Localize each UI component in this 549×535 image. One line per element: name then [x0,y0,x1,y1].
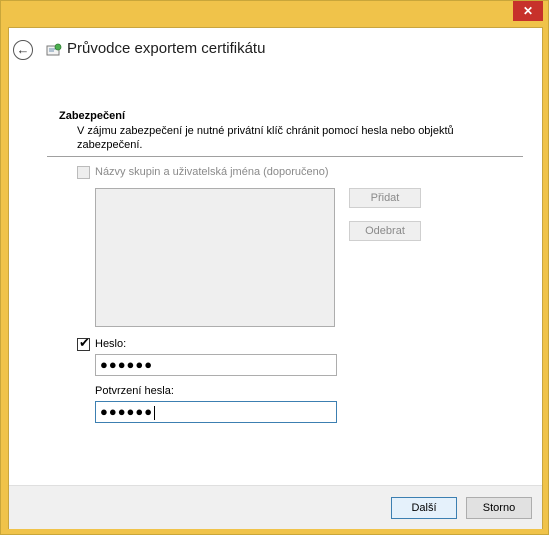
next-button-label: Další [411,502,437,514]
groups-checkbox-row[interactable]: Názvy skupin a uživatelská jména (doporu… [77,164,329,180]
password-value: ●●●●●● [100,357,154,372]
password-checkbox-row[interactable]: ✔ Heslo: [77,334,127,352]
close-icon: ✕ [522,4,534,18]
title-bar: ✕ [1,1,548,27]
certificate-wizard-icon [46,43,62,56]
confirm-password-label: Potvrzení hesla: [95,385,174,397]
groups-listbox[interactable] [95,188,335,327]
remove-button[interactable]: Odebrat [349,221,421,241]
password-label: Heslo: [95,338,127,350]
wizard-header: ← Průvodce exportem certifikátu [9,28,542,72]
checkmark-icon: ✔ [79,334,90,350]
wizard-body: ← Průvodce exportem certifikátu Zabezpeč… [8,27,543,529]
close-button[interactable]: ✕ [513,1,543,21]
password-field[interactable]: ●●●●●● [95,354,337,376]
footer-bar: Další Storno [9,485,542,529]
back-arrow-icon: ← [16,42,30,57]
wizard-title: Průvodce exportem certifikátu [67,40,266,57]
dialog-window: ✕ ← Průvodce exportem certifikátu Zabezp… [0,0,549,535]
remove-button-label: Odebrat [365,225,405,237]
back-button[interactable]: ← [13,40,33,60]
next-button[interactable]: Další [391,497,457,519]
section-description: V zájmu zabezpečení je nutné privátní kl… [77,125,454,151]
groups-checkbox[interactable] [77,165,90,179]
confirm-password-value: ●●●●●● [100,404,154,419]
groups-checkbox-label: Názvy skupin a uživatelská jména (doporu… [95,166,329,178]
text-caret [154,405,156,420]
section-title: Zabezpečení [59,110,126,122]
password-checkbox[interactable]: ✔ [77,334,90,351]
add-button[interactable]: Přidat [349,188,421,208]
add-button-label: Přidat [370,192,400,204]
separator [47,156,523,157]
cancel-button[interactable]: Storno [466,497,532,519]
cancel-button-label: Storno [482,502,516,514]
confirm-password-field[interactable]: ●●●●●● [95,401,337,423]
